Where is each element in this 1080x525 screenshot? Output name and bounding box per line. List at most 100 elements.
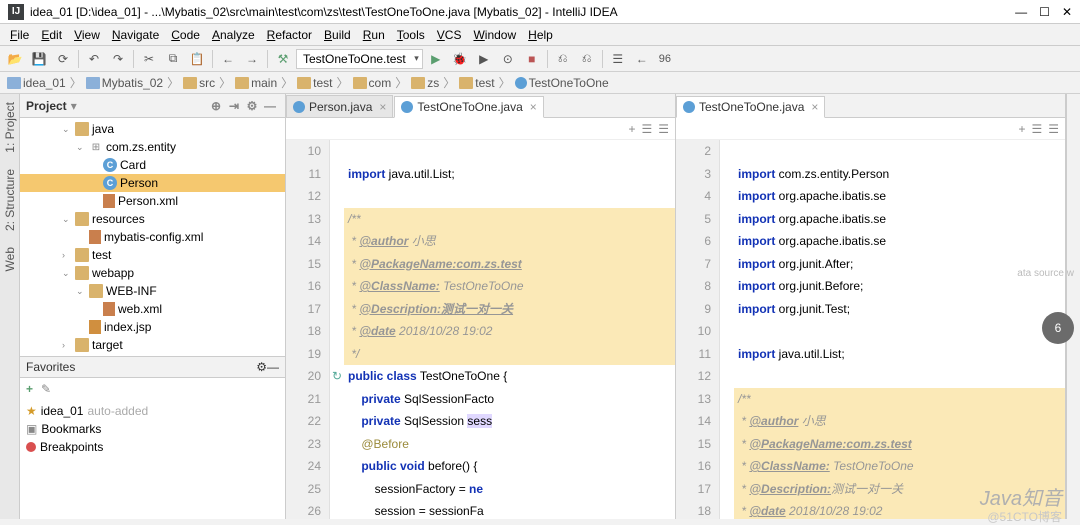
debug-icon[interactable]: 🐞 <box>449 48 471 70</box>
coverage-icon[interactable]: ▶ <box>473 48 495 70</box>
edit-favorite-icon[interactable]: ✎ <box>41 382 51 396</box>
menu-tools[interactable]: Tools <box>391 26 431 44</box>
structure-icon[interactable]: ☰ <box>607 48 629 70</box>
build-icon[interactable]: ⚒ <box>272 48 294 70</box>
redo-icon[interactable]: ↷ <box>107 48 129 70</box>
forward-icon[interactable]: → <box>241 48 263 70</box>
editor-tab[interactable]: Person.java× <box>286 95 393 117</box>
sep-icon[interactable]: ☰ <box>1031 122 1042 136</box>
menu-file[interactable]: File <box>4 26 35 44</box>
fav-gear-icon[interactable]: ⚙ <box>256 360 267 374</box>
add-favorite-icon[interactable]: + <box>26 382 33 396</box>
code-editor[interactable]: 101112131415161718192021222324252627↻ im… <box>286 140 675 519</box>
tree-node[interactable]: CPerson <box>20 174 285 192</box>
menu-refactor[interactable]: Refactor <box>261 26 318 44</box>
menu-run[interactable]: Run <box>357 26 391 44</box>
menu-analyze[interactable]: Analyze <box>206 26 261 44</box>
vcs2-icon[interactable]: ⎌ <box>576 48 598 70</box>
maximize-icon[interactable]: ☐ <box>1039 5 1050 19</box>
class-icon <box>683 101 695 113</box>
menu-code[interactable]: Code <box>165 26 206 44</box>
menu-help[interactable]: Help <box>522 26 559 44</box>
tree-node[interactable]: ⌄WEB-INF <box>20 282 285 300</box>
editor-tab[interactable]: TestOneToOne.java× <box>676 96 825 118</box>
list-icon[interactable]: ☰ <box>1048 122 1059 136</box>
menu-build[interactable]: Build <box>318 26 357 44</box>
close-tab-icon[interactable]: × <box>530 100 537 114</box>
collapse-icon[interactable]: ⇥ <box>225 99 243 113</box>
tree-node[interactable]: ⌄⊞com.zs.entity <box>20 138 285 156</box>
tab-structure[interactable]: 2: Structure <box>1 165 19 235</box>
favorite-item[interactable]: ▣Bookmarks <box>20 420 285 438</box>
code-editor[interactable]: 2345678910111213141516171819 import com.… <box>676 140 1065 519</box>
tree-node[interactable]: web.xml <box>20 300 285 318</box>
favorite-item[interactable]: ★idea_01auto-added <box>20 402 285 420</box>
tree-node[interactable]: index.jsp <box>20 318 285 336</box>
paste-icon[interactable]: 📋 <box>186 48 208 70</box>
tree-node[interactable]: ›test <box>20 246 285 264</box>
undo-icon[interactable]: ↶ <box>83 48 105 70</box>
save-icon[interactable]: 💾 <box>28 48 50 70</box>
project-tree[interactable]: ⌄java⌄⊞com.zs.entityCCardCPersonPerson.x… <box>20 118 285 356</box>
run-icon[interactable]: ▶ <box>425 48 447 70</box>
tree-node[interactable]: Person.xml <box>20 192 285 210</box>
menu-window[interactable]: Window <box>467 26 522 44</box>
sep-icon[interactable]: ☰ <box>641 122 652 136</box>
breadcrumb-item[interactable]: test <box>294 76 335 90</box>
breadcrumb-item[interactable]: TestOneToOne <box>512 76 612 90</box>
close-icon[interactable]: ✕ <box>1062 5 1072 19</box>
vcs1-icon[interactable]: ⎌ <box>552 48 574 70</box>
code-source[interactable]: import com.zs.entity.Personimport org.ap… <box>734 140 1065 519</box>
sync-icon[interactable]: ⟳ <box>52 48 74 70</box>
locate-icon[interactable]: ⊕ <box>207 99 225 113</box>
tab-project[interactable]: 1: Project <box>1 98 19 157</box>
menu-edit[interactable]: Edit <box>35 26 68 44</box>
tree-node[interactable]: mybatis-config.xml <box>20 228 285 246</box>
right-gutter <box>1066 94 1080 519</box>
add-icon[interactable]: + <box>1018 122 1025 136</box>
fav-hide-icon[interactable]: — <box>267 360 279 374</box>
gear-icon[interactable]: ⚙ <box>243 99 261 113</box>
breadcrumb-item[interactable]: zs <box>408 76 442 90</box>
tree-node[interactable]: CCard <box>20 156 285 174</box>
tree-node[interactable]: ⌄resources <box>20 210 285 228</box>
editor-tab[interactable]: TestOneToOne.java× <box>394 96 543 118</box>
jsp-icon <box>89 320 101 334</box>
minimize-icon[interactable]: — <box>1015 5 1027 19</box>
profile-icon[interactable]: ⊙ <box>497 48 519 70</box>
run-config-select[interactable]: TestOneToOne.test <box>296 49 423 69</box>
close-tab-icon[interactable]: × <box>379 100 386 114</box>
project-header: Project ▾ ⊕ ⇥ ⚙ — <box>20 94 285 118</box>
tree-node[interactable]: ⌄java <box>20 120 285 138</box>
menu-view[interactable]: View <box>68 26 106 44</box>
fold-gutter <box>720 140 734 519</box>
code-source[interactable]: import java.util.List; /** * @author 小思 … <box>344 140 675 519</box>
cut-icon[interactable]: ✂ <box>138 48 160 70</box>
copy-icon[interactable]: ⧉ <box>162 48 184 70</box>
back2-icon[interactable]: ← <box>631 48 653 70</box>
favorite-item[interactable]: Breakpoints <box>20 438 285 456</box>
add-icon[interactable]: + <box>628 122 635 136</box>
menu-navigate[interactable]: Navigate <box>106 26 165 44</box>
app-icon: IJ <box>8 4 24 20</box>
breadcrumb-item[interactable]: test <box>456 76 497 90</box>
breadcrumb-item[interactable]: idea_01 <box>4 76 69 90</box>
open-icon[interactable]: 📂 <box>4 48 26 70</box>
tree-node[interactable]: ›target <box>20 336 285 354</box>
back-icon[interactable]: ← <box>217 48 239 70</box>
breadcrumb-item[interactable]: com <box>350 76 395 90</box>
close-tab-icon[interactable]: × <box>811 100 818 114</box>
tree-node[interactable]: ⌄webapp <box>20 264 285 282</box>
n96[interactable]: 96 <box>655 48 675 70</box>
favorites-list: ★idea_01auto-added▣BookmarksBreakpoints <box>20 400 285 458</box>
list-icon[interactable]: ☰ <box>658 122 669 136</box>
hide-icon[interactable]: — <box>261 99 279 113</box>
stop-icon[interactable]: ■ <box>521 48 543 70</box>
menu-vcs[interactable]: VCS <box>431 26 468 44</box>
breadcrumb-item[interactable]: Mybatis_02 <box>83 76 166 90</box>
tab-web[interactable]: Web <box>1 243 19 275</box>
breadcrumb-item[interactable]: main <box>232 76 280 90</box>
folder-icon <box>7 77 21 89</box>
notification-badge[interactable]: 6 <box>1042 312 1074 344</box>
breadcrumb-item[interactable]: src <box>180 76 218 90</box>
